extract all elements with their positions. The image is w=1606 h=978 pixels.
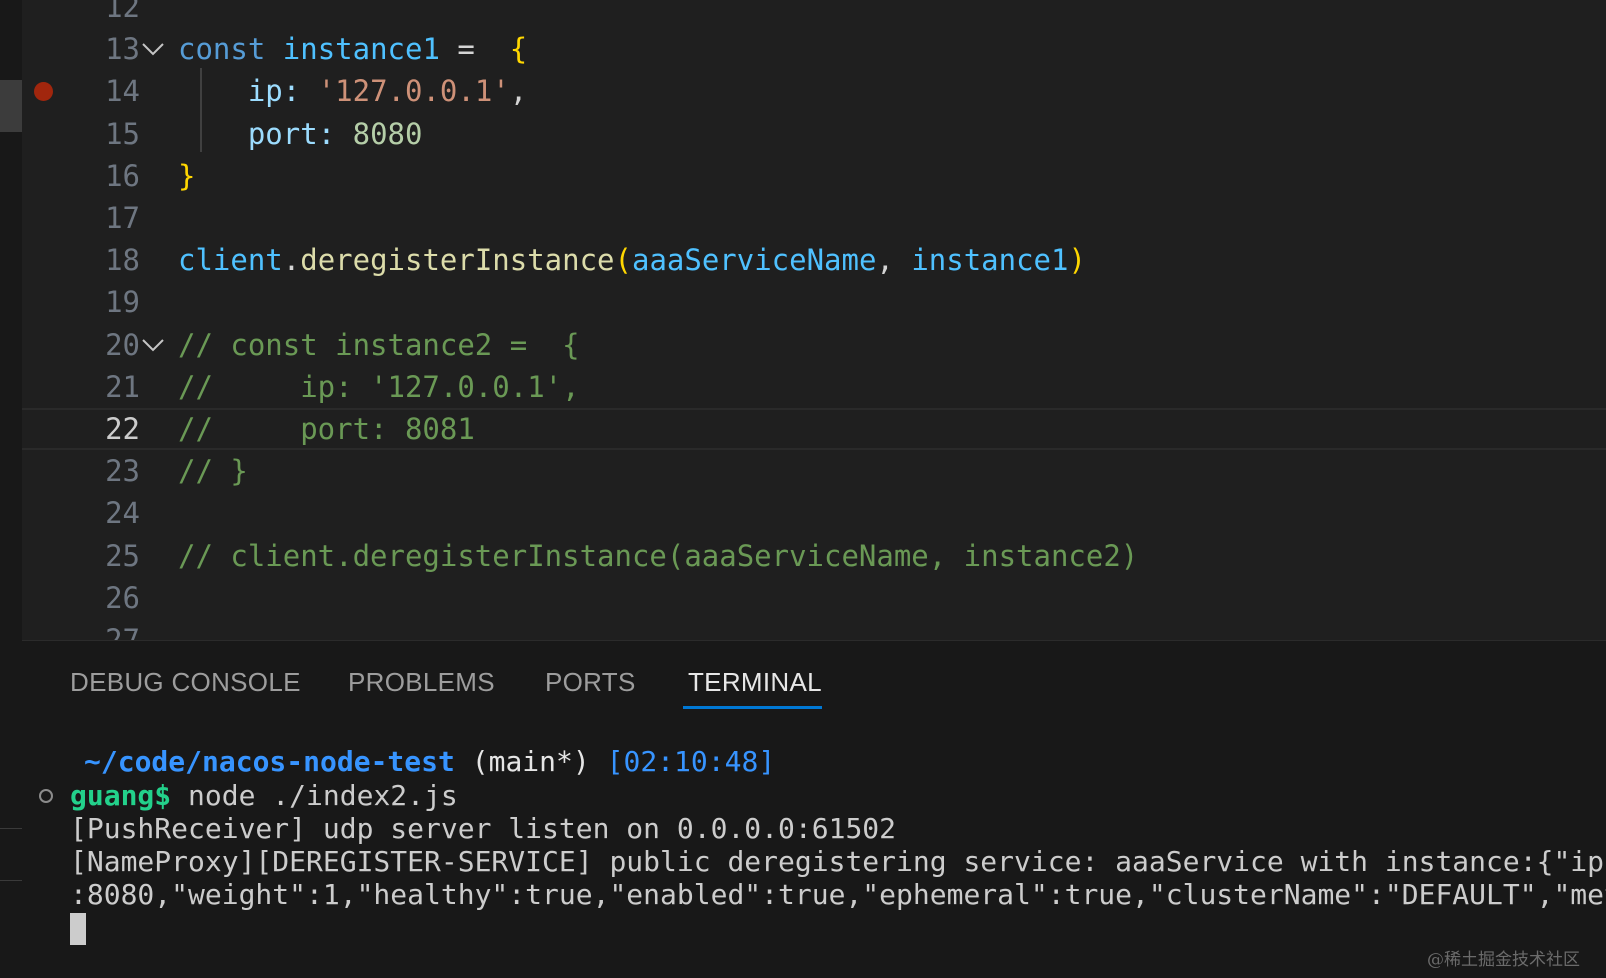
code-token: ( xyxy=(614,243,632,278)
strip-divider xyxy=(0,880,22,881)
code-text: // port: 8081 xyxy=(178,410,475,448)
terminal-output-line: [NameProxy][DEREGISTER-SERVICE] public d… xyxy=(70,845,1606,878)
scroll-marker xyxy=(0,80,22,132)
code-line[interactable]: 21 // ip: '127.0.0.1', xyxy=(22,366,1606,408)
code-token: // ip: '127.0.0.1', xyxy=(178,369,580,404)
code-token: // client.deregisterInstance(aaaServiceN… xyxy=(178,538,1139,573)
code-token: { xyxy=(492,32,528,67)
terminal-command-line: guang$ node ./index2.js xyxy=(70,779,458,813)
line-number: 13 xyxy=(105,32,140,67)
code-token: // const instance2 = { xyxy=(178,327,580,362)
code-text: port: 8080 xyxy=(178,113,423,155)
line-number: 23 xyxy=(105,454,140,489)
code-token: port xyxy=(247,116,318,151)
code-token: instance1 xyxy=(911,243,1069,278)
code-text: // ip: '127.0.0.1', xyxy=(178,366,580,408)
code-token: ) xyxy=(1068,243,1086,278)
command-status-icon[interactable] xyxy=(39,789,53,803)
line-number: 14 xyxy=(105,74,140,109)
line-number: 22 xyxy=(105,412,140,446)
active-tab-indicator xyxy=(683,706,822,709)
terminal-output-line: :8080,"weight":1,"healthy":true,"enabled… xyxy=(70,878,1606,911)
code-line[interactable]: 22 // port: 8081 xyxy=(22,408,1606,450)
code-text: } xyxy=(178,155,195,197)
vscode-window: 12 13 const instance1 = {14 ip: '127.0.0.1… xyxy=(0,0,1606,978)
code-token: ip xyxy=(247,74,283,109)
code-line[interactable]: 24 xyxy=(22,492,1606,534)
line-number: 21 xyxy=(105,369,140,404)
code-token: : xyxy=(282,74,318,109)
code-line[interactable]: 20 // const instance2 = { xyxy=(22,324,1606,366)
code-text: // client.deregisterInstance(aaaServiceN… xyxy=(178,535,1138,577)
code-line[interactable]: 26 xyxy=(22,577,1606,619)
terminal-prompt-line: ~/code/nacos-node-test (main*) [02:10:48… xyxy=(84,745,775,779)
prompt-branch: (main*) xyxy=(471,745,590,778)
prompt-path: ~/code/nacos-node-test xyxy=(84,745,455,778)
terminal-cursor[interactable] xyxy=(70,913,86,945)
terminal-output-line: [PushReceiver] udp server listen on 0.0.… xyxy=(70,812,897,845)
tab-debug-console[interactable]: DEBUG CONSOLE xyxy=(70,667,301,698)
tab-ports[interactable]: PORTS xyxy=(545,667,636,698)
code-text: // const instance2 = { xyxy=(178,324,580,366)
code-token: // port: 8081 xyxy=(178,412,475,446)
code-line[interactable]: 16} xyxy=(22,155,1606,197)
bottom-panel: DEBUG CONSOLE PROBLEMS PORTS TERMINAL ~/… xyxy=(22,640,1606,978)
code-text: const instance1 = { xyxy=(178,28,527,70)
line-number: 16 xyxy=(105,158,140,193)
code-line[interactable]: 12 xyxy=(22,0,1606,28)
code-token: , xyxy=(509,74,528,109)
tab-terminal[interactable]: TERMINAL xyxy=(688,667,822,698)
terminal-command: node ./index2.js xyxy=(171,779,458,812)
code-text: client.deregisterInstance(aaaServiceName… xyxy=(178,239,1086,281)
line-number: 24 xyxy=(105,496,140,531)
line-number: 26 xyxy=(105,580,140,615)
code-text: // } xyxy=(178,450,248,492)
prompt-user: guang$ xyxy=(70,779,172,812)
code-editor[interactable]: 12 13 const instance1 = {14 ip: '127.0.0.1… xyxy=(22,0,1606,654)
code-token: 8080 xyxy=(352,116,423,151)
code-token: '127.0.0.1' xyxy=(317,74,510,109)
chevron-down-icon[interactable] xyxy=(138,324,168,366)
code-token: aaaServiceName xyxy=(631,243,877,278)
line-number: 12 xyxy=(105,0,140,24)
watermark: @稀土掘金技术社区 xyxy=(1427,950,1580,970)
code-line[interactable]: 15 port: 8080 xyxy=(22,113,1606,155)
tab-problems[interactable]: PROBLEMS xyxy=(348,667,495,698)
line-number: 19 xyxy=(105,285,140,320)
code-line[interactable]: 23 // } xyxy=(22,450,1606,492)
line-number: 25 xyxy=(105,538,140,573)
breakpoint-icon[interactable] xyxy=(34,82,53,102)
code-token: instance1 xyxy=(282,32,440,67)
code-token: // } xyxy=(178,454,248,489)
code-line[interactable]: 18 client.deregisterInstance(aaaServiceNa… xyxy=(22,239,1606,281)
line-number: 15 xyxy=(105,116,140,151)
code-token: const xyxy=(178,32,266,67)
prompt-time: [02:10:48] xyxy=(606,745,776,778)
code-line[interactable]: 17 xyxy=(22,197,1606,239)
code-line[interactable]: 25 // client.deregisterInstance(aaaServic… xyxy=(22,535,1606,577)
code-line[interactable]: 13 const instance1 = { xyxy=(22,28,1606,70)
code-line[interactable]: 14 ip: '127.0.0.1', xyxy=(22,70,1606,112)
code-token: = xyxy=(439,32,493,67)
activity-strip xyxy=(0,0,23,978)
code-line[interactable]: 19 xyxy=(22,281,1606,323)
strip-divider xyxy=(0,828,22,829)
chevron-down-icon[interactable] xyxy=(138,28,168,70)
code-text: ip: '127.0.0.1', xyxy=(178,70,527,112)
code-token: . xyxy=(282,243,301,278)
code-token: : xyxy=(317,116,353,151)
line-number: 18 xyxy=(105,243,140,278)
code-token: , xyxy=(876,243,912,278)
line-number: 20 xyxy=(105,327,140,362)
code-token: deregisterInstance xyxy=(300,243,615,278)
line-number: 17 xyxy=(105,201,140,235)
code-token: } xyxy=(178,158,196,193)
code-token: client xyxy=(178,243,283,278)
